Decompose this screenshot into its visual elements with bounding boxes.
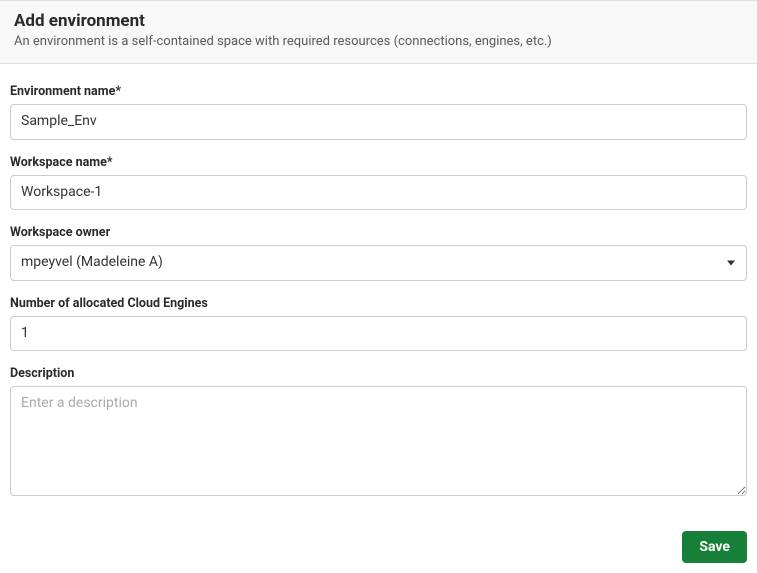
environment-name-label: Environment name* — [10, 84, 747, 99]
save-button[interactable]: Save — [682, 531, 747, 563]
field-description: Description — [10, 366, 747, 496]
field-workspace-name: Workspace name* — [10, 155, 747, 211]
field-cloud-engines: Number of allocated Cloud Engines — [10, 296, 747, 352]
dialog-footer: Save — [0, 521, 757, 573]
workspace-name-label: Workspace name* — [10, 155, 747, 170]
workspace-name-input[interactable] — [10, 175, 747, 211]
dialog-title: Add environment — [14, 11, 743, 31]
workspace-owner-select[interactable]: mpeyvel (Madeleine A) — [10, 245, 747, 281]
field-environment-name: Environment name* — [10, 84, 747, 140]
cloud-engines-label: Number of allocated Cloud Engines — [10, 296, 747, 311]
dialog-header: Add environment An environment is a self… — [0, 0, 757, 64]
workspace-owner-label: Workspace owner — [10, 225, 747, 240]
environment-name-input[interactable] — [10, 104, 747, 140]
description-textarea[interactable] — [10, 386, 747, 496]
dialog-subtitle: An environment is a self-contained space… — [14, 34, 743, 49]
field-workspace-owner: Workspace owner mpeyvel (Madeleine A) — [10, 225, 747, 281]
cloud-engines-input[interactable] — [10, 316, 747, 352]
description-label: Description — [10, 366, 747, 381]
form-container: Environment name* Workspace name* Worksp… — [0, 64, 757, 521]
workspace-owner-select-wrapper: mpeyvel (Madeleine A) — [10, 245, 747, 281]
